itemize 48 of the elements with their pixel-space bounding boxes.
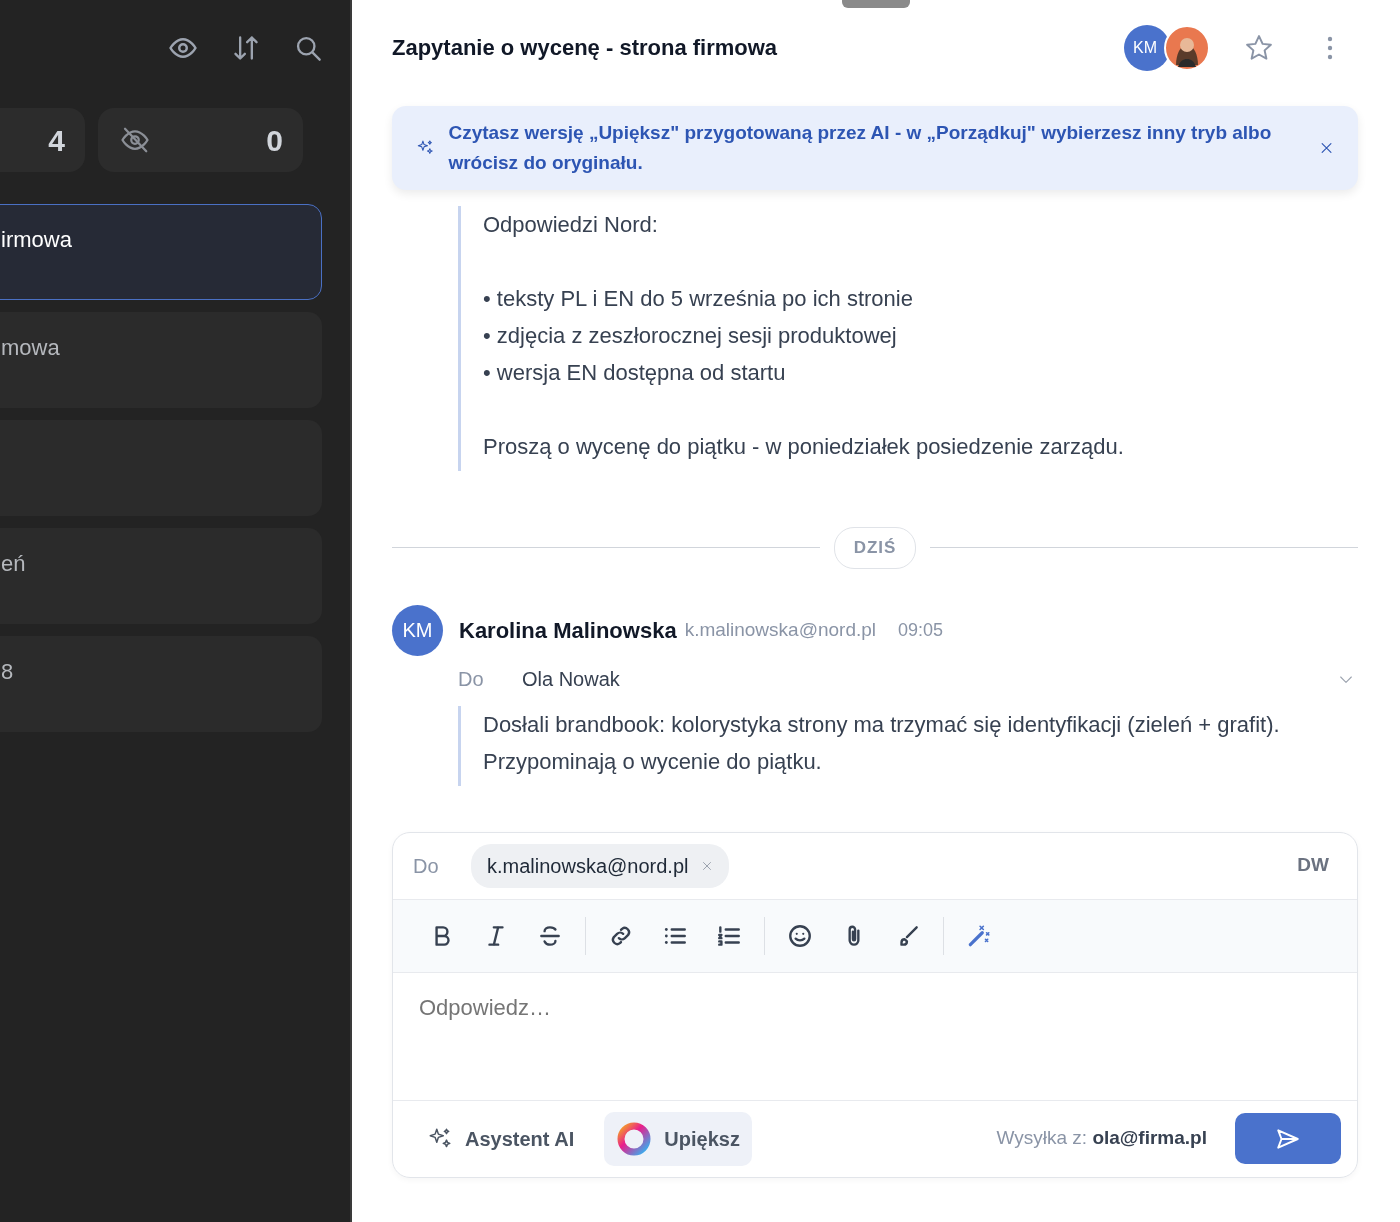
sender-name: Karolina Malinowska	[459, 616, 677, 645]
thread-card[interactable]: irmowa	[0, 204, 322, 300]
to-label: Do	[413, 853, 440, 879]
banner-text: Czytasz wersję „Upiększ" przygotowaną przez AI - w „Porządkuj" wybierzesz inny tryb albo wrócisz do oryginału.	[448, 121, 1273, 175]
thread-card[interactable]: mowa	[0, 312, 322, 408]
message-text: Przypominają o wycenie do piątku.	[483, 747, 823, 776]
recipient-name: Ola Nowak	[522, 666, 621, 692]
cc-button[interactable]: DW	[1297, 851, 1329, 880]
stat-count: 0	[266, 122, 283, 159]
message-time: 09:05	[898, 618, 944, 642]
thread-title: 8	[1, 659, 14, 684]
thread-card[interactable]: 8	[0, 636, 322, 732]
avatar: KM	[1124, 25, 1170, 71]
eye-off-icon	[120, 125, 150, 155]
star-icon[interactable]	[1244, 33, 1274, 63]
sender-address: Wysyłka z: ola@firma.pl	[996, 1126, 1207, 1151]
stat-card[interactable]: 4	[0, 108, 85, 172]
send-button[interactable]	[1235, 1113, 1341, 1164]
ai-assistant-button[interactable]: Asystent AI	[415, 1114, 587, 1163]
recipient-chip[interactable]: k.malinowska@nord.pl	[471, 843, 729, 888]
sender-email: k.malinowska@nord.pl	[684, 617, 877, 642]
more-icon[interactable]	[1326, 35, 1334, 61]
magic-wand-icon[interactable]	[966, 922, 992, 949]
avatar: KM	[392, 604, 443, 656]
message-text: Proszą o wycenę do piątku - w poniedziałek posiedzenie zarządu.	[483, 433, 1125, 461]
chip-text: k.malinowska@nord.pl	[487, 853, 689, 879]
thread-title: mowa	[1, 335, 60, 360]
beautify-button[interactable]: Upiększ	[604, 1111, 752, 1166]
sort-icon[interactable]	[232, 33, 260, 63]
ring-icon	[616, 1120, 653, 1157]
bullet-item: • teksty PL i EN do 5 września po ich stronie	[483, 285, 914, 313]
thread-title: irmowa	[1, 227, 72, 252]
drag-handle[interactable]	[842, 0, 910, 8]
message-text: Odpowiedzi Nord:	[483, 211, 659, 239]
date-label: DZIŚ	[833, 527, 917, 569]
thread-title: eń	[1, 551, 26, 576]
stat-card[interactable]: 0	[98, 108, 303, 172]
bullet-item: • wersja EN dostępna od startu	[483, 359, 787, 387]
to-label: Do	[458, 666, 485, 692]
thread-card[interactable]: eń	[0, 528, 322, 624]
smiley-icon[interactable]	[787, 922, 813, 949]
stat-count: 4	[48, 122, 65, 159]
search-icon[interactable]	[294, 34, 322, 62]
bullet-item: • zdjęcia z zeszłorocznej sesji produktowej	[483, 322, 898, 350]
reply-field[interactable]: Odpowiedz…	[393, 971, 1357, 1101]
message-text: Dosłali brandbook: kolorystyka strony ma trzymać się identyfikacji (zieleń + grafit).	[483, 710, 1281, 739]
avatar	[1164, 25, 1210, 71]
thread-title: Zapytanie o wycenę - strona firmowa	[392, 34, 779, 62]
